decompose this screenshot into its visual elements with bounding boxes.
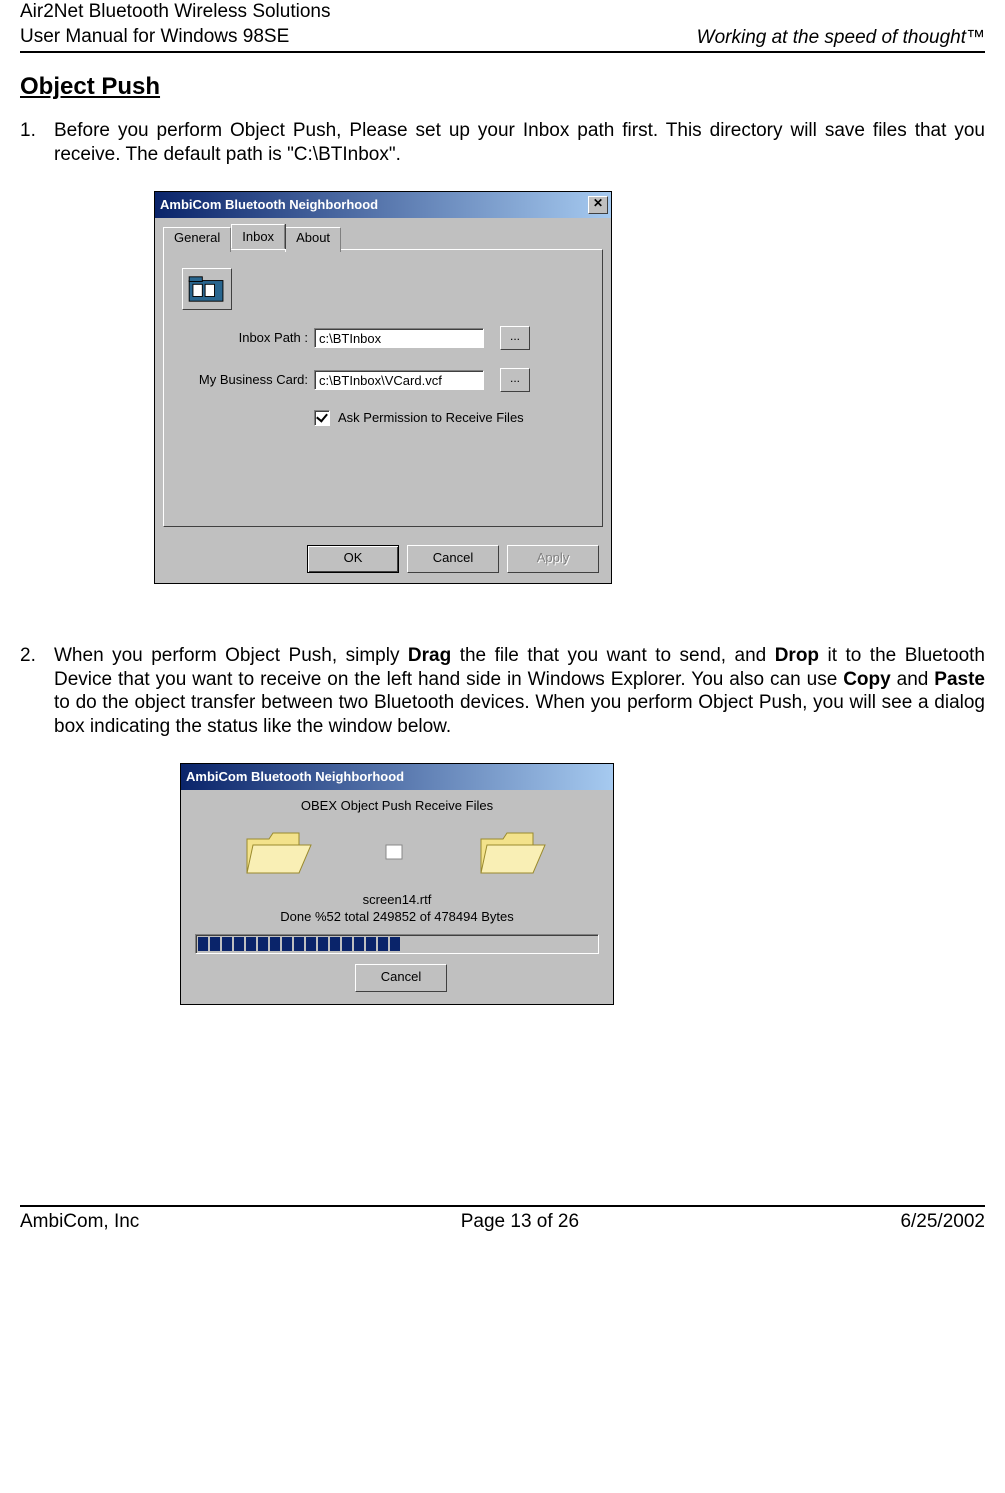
tab-strip: General Inbox About: [163, 224, 603, 249]
dialog-button-row: OK Cancel Apply: [155, 535, 611, 583]
ok-button[interactable]: OK: [307, 545, 399, 573]
page-header: Air2Net Bluetooth Wireless Solutions Use…: [20, 0, 985, 53]
close-icon[interactable]: ✕: [588, 196, 608, 214]
header-tagline: Working at the speed of thought™: [697, 27, 985, 49]
business-card-label: My Business Card:: [176, 372, 314, 387]
tab-inbox[interactable]: Inbox: [231, 224, 285, 249]
footer-page: Page 13 of 26: [461, 1211, 579, 1233]
transfer-animation: [195, 825, 599, 891]
business-card-input[interactable]: c:\BTInbox\VCard.vcf: [314, 370, 484, 390]
header-line1: Air2Net Bluetooth Wireless Solutions: [20, 0, 330, 25]
titlebar[interactable]: AmbiCom Bluetooth Neighborhood ✕: [155, 192, 611, 218]
list-number: 1.: [20, 119, 54, 167]
transfer-filename: screen14.rtf: [195, 891, 599, 909]
transfer-status: screen14.rtf Done %52 total 249852 of 47…: [195, 891, 599, 926]
progress-bar: [195, 934, 599, 954]
folder-open-icon: [245, 825, 315, 881]
section-title: Object Push: [20, 73, 985, 101]
folder-open-icon: [479, 825, 549, 881]
transfer-progress-text: Done %52 total 249852 of 478494 Bytes: [195, 908, 599, 926]
dialog-title: AmbiCom Bluetooth Neighborhood: [184, 769, 404, 784]
paragraph-1-text: Before you perform Object Push, Please s…: [54, 119, 985, 167]
ask-permission-label: Ask Permission to Receive Files: [338, 410, 524, 425]
header-left: Air2Net Bluetooth Wireless Solutions Use…: [20, 0, 330, 49]
cancel-button[interactable]: Cancel: [407, 545, 499, 573]
tab-about[interactable]: About: [285, 227, 341, 252]
browse-card-button[interactable]: ...: [500, 368, 530, 392]
ask-permission-checkbox[interactable]: [314, 410, 330, 426]
inbox-path-label: Inbox Path :: [176, 330, 314, 345]
inbox-folder-icon: [182, 268, 232, 310]
header-line2: User Manual for Windows 98SE: [20, 25, 330, 50]
apply-button[interactable]: Apply: [507, 545, 599, 573]
dialog-title: AmbiCom Bluetooth Neighborhood: [158, 197, 378, 212]
footer-company: AmbiCom, Inc: [20, 1211, 139, 1233]
inbox-path-input[interactable]: c:\BTInbox: [314, 328, 484, 348]
tab-panel-inbox: Inbox Path : c:\BTInbox ... My Business …: [163, 249, 603, 527]
properties-dialog: AmbiCom Bluetooth Neighborhood ✕ General…: [154, 191, 612, 584]
transfer-dialog: AmbiCom Bluetooth Neighborhood OBEX Obje…: [180, 763, 614, 1005]
page-footer: AmbiCom, Inc Page 13 of 26 6/25/2002: [20, 1205, 985, 1233]
footer-date: 6/25/2002: [900, 1211, 985, 1233]
list-number: 2.: [20, 644, 54, 739]
paragraph-2: 2. When you perform Object Push, simply …: [20, 644, 985, 739]
transfer-subtitle: OBEX Object Push Receive Files: [195, 798, 599, 813]
browse-inbox-button[interactable]: ...: [500, 326, 530, 350]
paragraph-1: 1. Before you perform Object Push, Pleas…: [20, 119, 985, 167]
titlebar[interactable]: AmbiCom Bluetooth Neighborhood: [181, 764, 613, 790]
tab-general[interactable]: General: [163, 227, 231, 252]
cancel-transfer-button[interactable]: Cancel: [355, 964, 447, 992]
flying-paper-icon: [384, 843, 410, 863]
paragraph-2-text: When you perform Object Push, simply Dra…: [54, 644, 985, 739]
